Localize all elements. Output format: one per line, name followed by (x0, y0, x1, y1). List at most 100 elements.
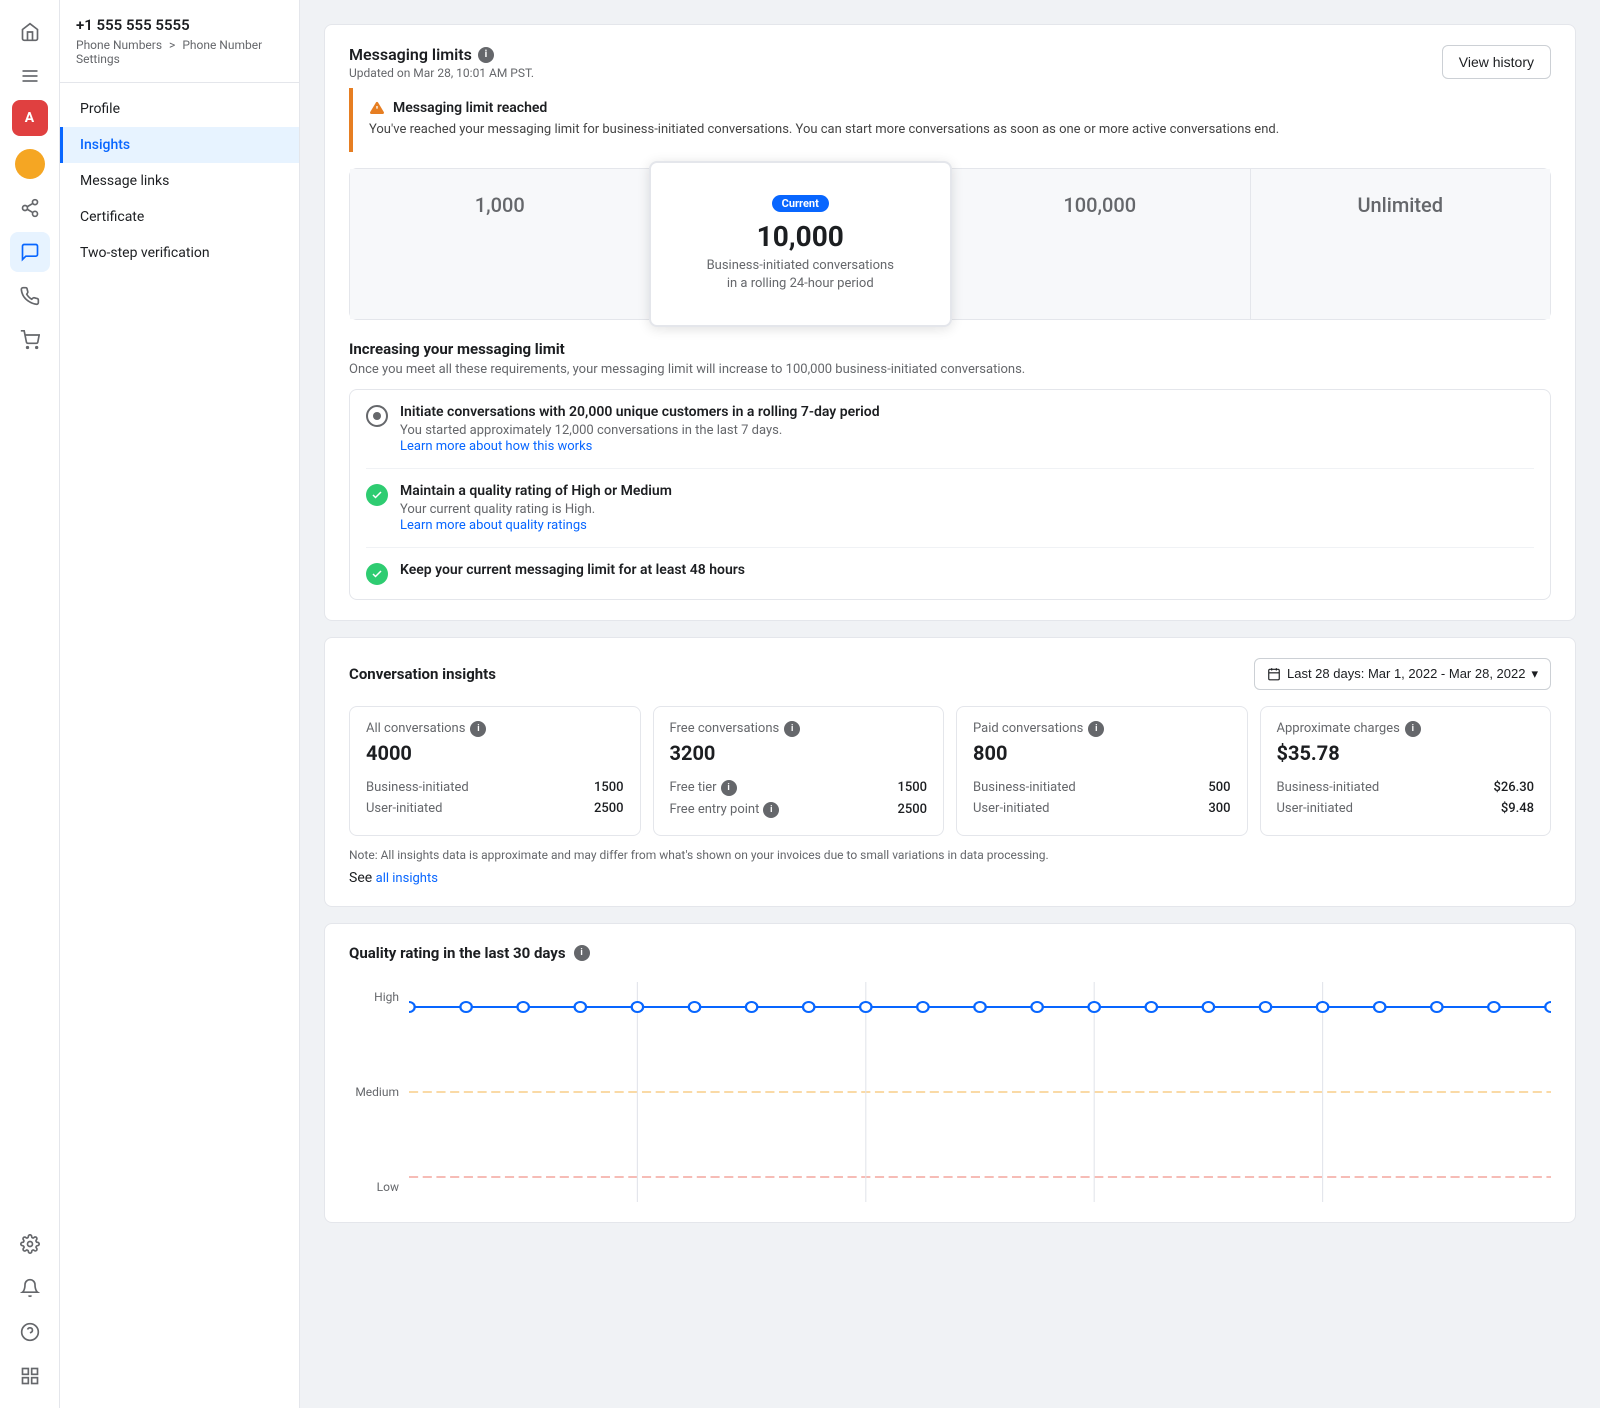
sidebar-item-insights[interactable]: Insights (60, 127, 299, 163)
quality-rating-info-icon[interactable]: i (574, 945, 590, 961)
insight-paid-row-1: Business-initiated 500 (973, 777, 1231, 798)
insight-charges-value: $35.78 (1277, 741, 1535, 765)
messaging-limits-info-icon[interactable]: i (478, 47, 494, 63)
free-entry-info-icon[interactable]: i (763, 802, 779, 818)
insights-header: Conversation insights Last 28 days: Mar … (349, 658, 1551, 690)
insight-charges-info-icon[interactable]: i (1405, 721, 1421, 737)
phone-icon[interactable] (10, 276, 50, 316)
insight-all-title: All conversations i (366, 721, 624, 737)
chart-area: High Medium Low (349, 982, 1551, 1202)
see-all-insights-link[interactable]: all insights (376, 871, 438, 886)
insight-free-row-1: Free tier i 1500 (670, 777, 928, 799)
req-2-content: Maintain a quality rating of High or Med… (400, 483, 672, 533)
insight-paid-value: 800 (973, 741, 1231, 765)
grid-icon[interactable] (10, 1356, 50, 1396)
insights-title: Conversation insights (349, 665, 496, 683)
cart-icon[interactable] (10, 320, 50, 360)
req-2-link[interactable]: Learn more about quality ratings (400, 518, 587, 533)
insight-paid-info-icon[interactable]: i (1088, 721, 1104, 737)
messaging-limits-card: Messaging limits i Updated on Mar 28, 10… (324, 24, 1576, 621)
warning-icon (369, 100, 385, 116)
increase-section: Increasing your messaging limit Once you… (349, 340, 1551, 600)
req-3-content: Keep your current messaging limit for at… (400, 562, 745, 581)
alert-body: You've reached your messaging limit for … (369, 120, 1535, 140)
calendar-icon (1267, 667, 1281, 681)
insight-charges-row-2: User-initiated $9.48 (1277, 798, 1535, 819)
insight-free-info-icon[interactable]: i (784, 721, 800, 737)
req-1-icon (366, 405, 388, 427)
insight-free-value: 3200 (670, 741, 928, 765)
messaging-limit-alert: Messaging limit reached You've reached y… (349, 88, 1551, 152)
req-1-content: Initiate conversations with 20,000 uniqu… (400, 404, 880, 454)
requirement-2: Maintain a quality rating of High or Med… (366, 469, 1534, 548)
tier-100000: 100,000 (950, 169, 1251, 319)
y-label-high: High (349, 990, 399, 1004)
req-1-link[interactable]: Learn more about how this works (400, 439, 592, 454)
quality-rating-title: Quality rating in the last 30 days (349, 944, 566, 962)
tier-10000-active: Current 10,000 Business-initiated conver… (649, 161, 953, 327)
requirement-3: Keep your current messaging limit for at… (366, 548, 1534, 599)
messaging-limits-updated: Updated on Mar 28, 10:01 AM PST. (349, 66, 534, 80)
y-label-medium: Medium (349, 1085, 399, 1099)
req-3-icon (366, 563, 388, 585)
chat-icon[interactable] (10, 232, 50, 272)
insight-card-charges: Approximate charges i $35.78 Business-in… (1260, 706, 1552, 836)
messaging-limits-title-area: Messaging limits i Updated on Mar 28, 10… (349, 45, 534, 80)
increase-title: Increasing your messaging limit (349, 340, 1551, 358)
branch-icon[interactable] (10, 188, 50, 228)
insight-free-row-2: Free entry point i 2500 (670, 799, 928, 821)
insights-note: Note: All insights data is approximate a… (349, 848, 1551, 862)
home-icon[interactable] (10, 12, 50, 52)
date-picker-button[interactable]: Last 28 days: Mar 1, 2022 - Mar 28, 2022… (1254, 658, 1551, 690)
increase-subtitle: Once you meet all these requirements, yo… (349, 362, 1551, 377)
bell-icon[interactable] (10, 1268, 50, 1308)
breadcrumb: Phone Numbers > Phone Number Settings (76, 38, 283, 66)
sidebar-item-profile[interactable]: Profile (60, 91, 299, 127)
yellow-circle-icon[interactable] (10, 144, 50, 184)
alert-title: Messaging limit reached (369, 100, 1535, 116)
insight-all-value: 4000 (366, 741, 624, 765)
free-tier-info-icon[interactable]: i (721, 780, 737, 796)
sidebar-item-certificate[interactable]: Certificate (60, 199, 299, 235)
requirement-1: Initiate conversations with 20,000 uniqu… (366, 390, 1534, 469)
insight-all-row-1: Business-initiated 1500 (366, 777, 624, 798)
help-icon[interactable] (10, 1312, 50, 1352)
insight-paid-row-2: User-initiated 300 (973, 798, 1231, 819)
insight-paid-title: Paid conversations i (973, 721, 1231, 737)
red-app-icon[interactable]: A (12, 100, 48, 136)
quality-chart-svg (409, 982, 1551, 1202)
chart-canvas (409, 982, 1551, 1202)
messaging-limits-title: Messaging limits i (349, 45, 534, 64)
insight-card-all: All conversations i 4000 Business-initia… (349, 706, 641, 836)
conversation-insights-card: Conversation insights Last 28 days: Mar … (324, 637, 1576, 907)
icon-rail: A (0, 0, 60, 1408)
phone-number: +1 555 555 5555 (76, 16, 283, 34)
sidebar-item-two-step[interactable]: Two-step verification (60, 235, 299, 271)
y-axis: High Medium Low (349, 982, 409, 1202)
menu-icon[interactable] (10, 56, 50, 96)
quality-rating-card: Quality rating in the last 30 days i Hig… (324, 923, 1576, 1223)
insight-charges-title: Approximate charges i (1277, 721, 1535, 737)
tier-unlimited: Unlimited (1251, 169, 1551, 319)
sidebar-item-message-links[interactable]: Message links (60, 163, 299, 199)
sidebar: +1 555 555 5555 Phone Numbers > Phone Nu… (60, 0, 300, 1408)
requirements-list: Initiate conversations with 20,000 uniqu… (349, 389, 1551, 600)
req-1-desc: You started approximately 12,000 convers… (400, 423, 880, 438)
quality-chart: High Medium Low (349, 982, 1551, 1202)
view-history-button[interactable]: View history (1442, 45, 1551, 79)
tier-10000-label: Business-initiated conversationsin a rol… (667, 257, 935, 293)
insight-free-title: Free conversations i (670, 721, 928, 737)
req-1-title: Initiate conversations with 20,000 uniqu… (400, 404, 880, 420)
req-2-desc: Your current quality rating is High. (400, 502, 672, 517)
insight-all-info-icon[interactable]: i (470, 721, 486, 737)
y-label-low: Low (349, 1180, 399, 1194)
tier-1000: 1,000 (350, 169, 651, 319)
messaging-limits-header: Messaging limits i Updated on Mar 28, 10… (349, 45, 1551, 80)
insight-charges-row-1: Business-initiated $26.30 (1277, 777, 1535, 798)
req-2-title: Maintain a quality rating of High or Med… (400, 483, 672, 499)
sidebar-nav: Profile Insights Message links Certifica… (60, 83, 299, 279)
chevron-down-icon: ▾ (1531, 666, 1538, 682)
insight-all-row-2: User-initiated 2500 (366, 798, 624, 819)
settings-icon[interactable] (10, 1224, 50, 1264)
tier-10000-value: 10,000 (667, 220, 935, 253)
